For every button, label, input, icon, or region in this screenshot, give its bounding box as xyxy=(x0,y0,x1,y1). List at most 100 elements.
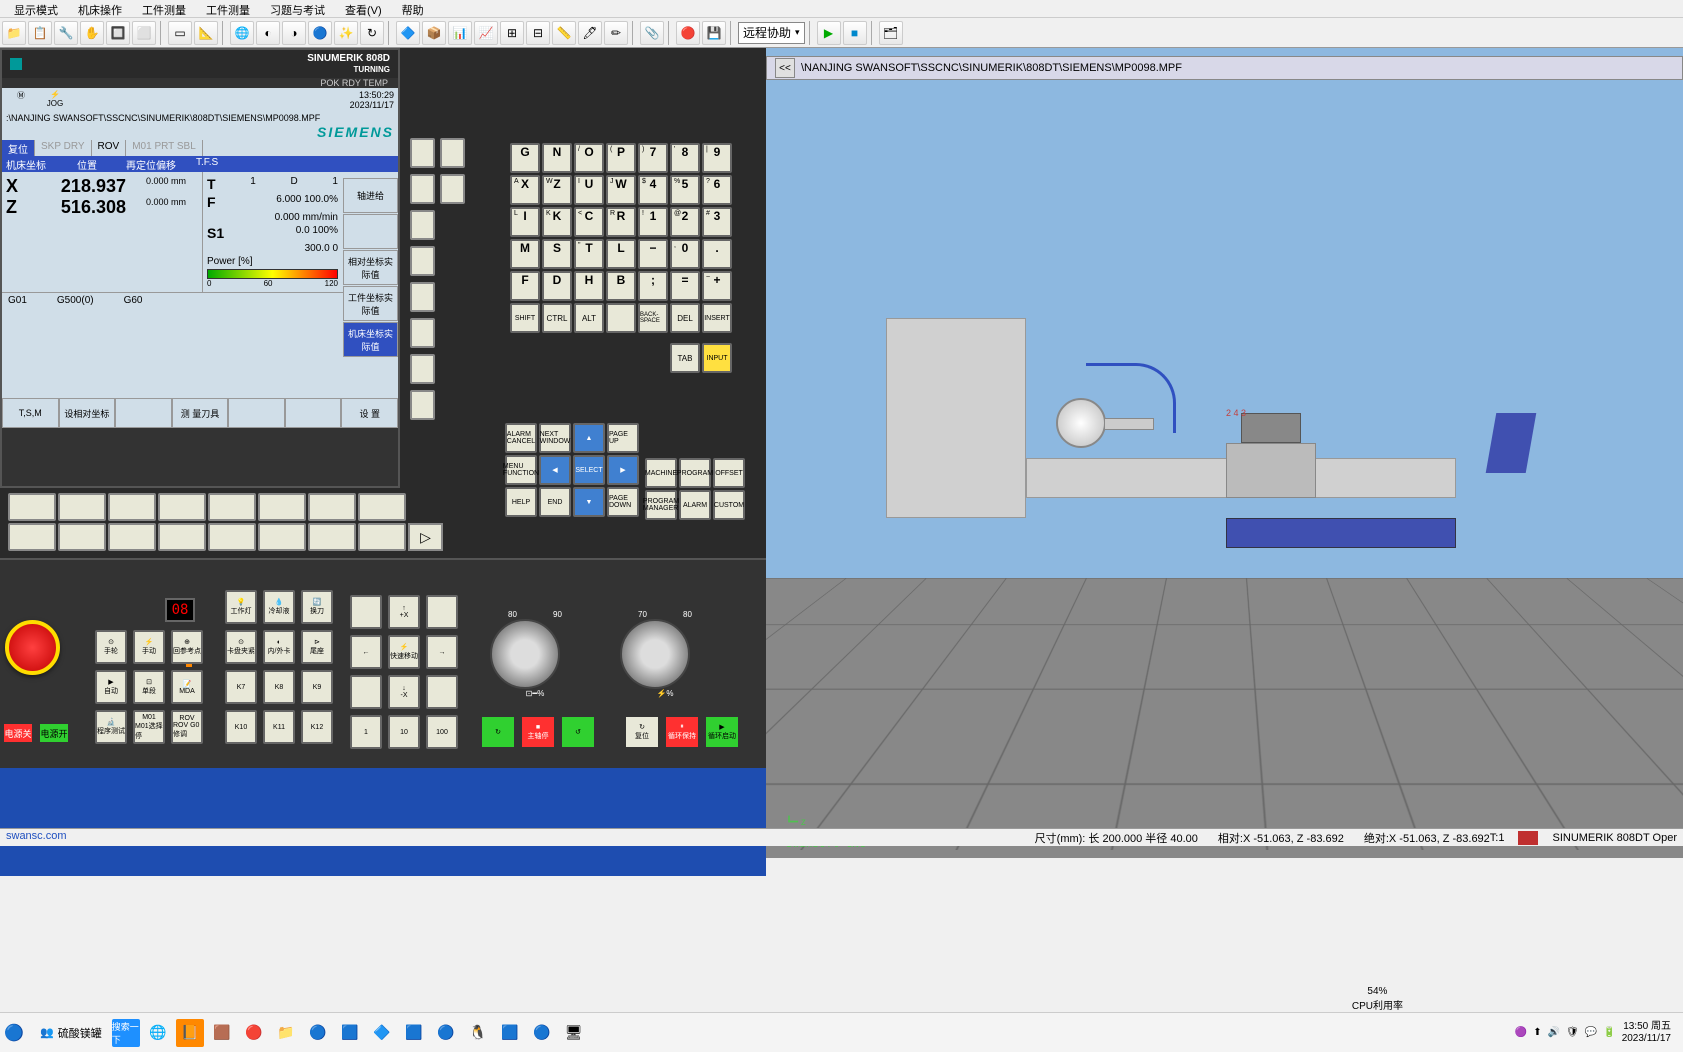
nav-page-down[interactable]: PAGE DOWN xyxy=(607,487,639,517)
key-6[interactable]: ?6 xyxy=(702,175,732,205)
hwsk-5[interactable] xyxy=(208,493,256,521)
mcp-light[interactable]: 💡工作灯 xyxy=(225,590,257,624)
hwsk-b8[interactable] xyxy=(358,523,406,551)
key-dot[interactable]: . xyxy=(702,239,732,269)
key-7[interactable]: )7 xyxy=(638,143,668,173)
remote-assist-combo[interactable]: 远程协助 xyxy=(738,22,805,44)
mcp-auto[interactable]: ▶自动 xyxy=(95,670,127,704)
taskbar-clock[interactable]: 13:50 周五 2023/11/17 xyxy=(1622,1021,1671,1045)
mcp-jog[interactable]: ⚡手动 xyxy=(133,630,165,664)
play-btn[interactable]: ▶ xyxy=(817,21,841,45)
softkey-r-rel[interactable]: 相对坐标实际值 xyxy=(343,250,398,285)
tray-icon-5[interactable]: 💬 xyxy=(1585,1027,1597,1038)
mcp-plus-z[interactable]: → xyxy=(426,635,458,669)
tool-btn-11[interactable]: ◑ xyxy=(282,21,306,45)
key-d[interactable]: D xyxy=(542,271,572,301)
tool-btn-26[interactable]: 💾 xyxy=(702,21,726,45)
softkey-r-mcs[interactable]: 机床坐标实际值 xyxy=(343,322,398,357)
key-space[interactable] xyxy=(606,303,636,333)
side-btn-b2[interactable] xyxy=(440,174,465,204)
tool-btn-13[interactable]: ✨ xyxy=(334,21,358,45)
softkey-setrel[interactable]: 设相对坐标 xyxy=(59,398,116,428)
key-9[interactable]: |9 xyxy=(702,143,732,173)
mcp-single[interactable]: ⊡单段 xyxy=(133,670,165,704)
key-l[interactable]: L xyxy=(606,239,636,269)
tray-icon-6[interactable]: 🔋 xyxy=(1603,1027,1615,1038)
nav-next-window[interactable]: NEXT WINDOW xyxy=(539,423,571,453)
menu-exam[interactable]: 习题与考试 xyxy=(260,0,335,17)
mcp-intext[interactable]: ◐内/外卡 xyxy=(263,630,295,664)
emergency-stop[interactable] xyxy=(5,620,60,675)
mcp-handwheel[interactable]: ⊙手轮 xyxy=(95,630,127,664)
key-1[interactable]: !1 xyxy=(638,207,668,237)
nav-menu[interactable]: MENU FUNCTION xyxy=(505,455,537,485)
tool-btn-25[interactable]: 🔴 xyxy=(676,21,700,45)
taskbar-app4[interactable]: 🟦 xyxy=(336,1019,364,1047)
cycle-start[interactable]: ▶循环启动 xyxy=(704,715,740,749)
nav-offset[interactable]: OFFSET xyxy=(713,458,745,488)
taskbar-app8[interactable]: 🐧 xyxy=(464,1019,492,1047)
tool-btn-5[interactable]: 🔲 xyxy=(106,21,130,45)
key-plus[interactable]: ~+ xyxy=(702,271,732,301)
key-input[interactable]: INPUT xyxy=(702,343,732,373)
key-alt[interactable]: ALT xyxy=(574,303,604,333)
nav-machine[interactable]: MACHINE xyxy=(645,458,677,488)
mcp-rov[interactable]: ROVROV G0修调 xyxy=(171,710,203,744)
mcp-k7[interactable]: K7 xyxy=(225,670,257,704)
side-btn-4[interactable] xyxy=(410,246,435,276)
tool-btn-19[interactable]: ⊞ xyxy=(500,21,524,45)
hwsk-1[interactable] xyxy=(8,493,56,521)
key-z[interactable]: WZ xyxy=(542,175,572,205)
key-minus[interactable]: − xyxy=(638,239,668,269)
tool-btn-23[interactable]: ✏ xyxy=(604,21,628,45)
nav-page-up[interactable]: PAGE UP xyxy=(607,423,639,453)
taskbar-app6[interactable]: 🟦 xyxy=(400,1019,428,1047)
mcp-mda[interactable]: 📝MDA xyxy=(171,670,203,704)
spindle-override-dial[interactable] xyxy=(490,619,560,689)
key-k[interactable]: KK xyxy=(542,207,572,237)
tool-btn-8[interactable]: 📐 xyxy=(194,21,218,45)
3d-viewport[interactable]: << \NANJING SWANSOFT\SSCNC\SINUMERIK\808… xyxy=(766,48,1683,858)
side-btn-3[interactable] xyxy=(410,210,435,240)
hwsk-8[interactable] xyxy=(358,493,406,521)
tool-btn-7[interactable]: ▭ xyxy=(168,21,192,45)
mcp-inc1[interactable]: 1 xyxy=(350,715,382,749)
menu-machine[interactable]: 机床操作 xyxy=(68,0,132,17)
tool-btn-misc[interactable]: 🗂 xyxy=(879,21,903,45)
tray-icon-3[interactable]: 🔊 xyxy=(1548,1027,1560,1038)
taskbar-app2[interactable]: 🟫 xyxy=(208,1019,236,1047)
key-b[interactable]: B xyxy=(606,271,636,301)
tool-btn-15[interactable]: 🔷 xyxy=(396,21,420,45)
softkey-6[interactable] xyxy=(285,398,342,428)
hwsk-b2[interactable] xyxy=(58,523,106,551)
softkey-settings[interactable]: 设 置 xyxy=(341,398,398,428)
side-btn-6[interactable] xyxy=(410,318,435,348)
tool-btn-22[interactable]: 🖊 xyxy=(578,21,602,45)
mcp-k9[interactable]: K9 xyxy=(301,670,333,704)
nav-program[interactable]: PROGRAM xyxy=(679,458,711,488)
mcp-k8[interactable]: K8 xyxy=(263,670,295,704)
softkey-r-feed[interactable]: 轴进给 xyxy=(343,178,398,213)
hwsk-3[interactable] xyxy=(108,493,156,521)
menu-measure[interactable]: 工件测量 xyxy=(196,0,260,17)
softkey-r-wcs[interactable]: 工件坐标实际值 xyxy=(343,286,398,321)
tray-icon-4[interactable]: 🛡 xyxy=(1566,1027,1579,1038)
key-del[interactable]: DEL xyxy=(670,303,700,333)
tool-btn-17[interactable]: 📊 xyxy=(448,21,472,45)
power-off-btn[interactable]: 电源关 xyxy=(2,722,34,744)
mcp-blank1[interactable] xyxy=(350,595,382,629)
mcp-blank4[interactable] xyxy=(426,675,458,709)
key-c[interactable]: <C xyxy=(574,207,604,237)
hwsk-6[interactable] xyxy=(258,493,306,521)
mcp-blank2[interactable] xyxy=(426,595,458,629)
key-o[interactable]: /O xyxy=(574,143,604,173)
key-u[interactable]: IU xyxy=(574,175,604,205)
key-n[interactable]: N xyxy=(542,143,572,173)
taskbar-app9[interactable]: 🟦 xyxy=(496,1019,524,1047)
key-g[interactable]: G xyxy=(510,143,540,173)
mcp-toolchange[interactable]: 🔄换刀 xyxy=(301,590,333,624)
spindle-cw[interactable]: ↻ xyxy=(480,715,516,749)
softkey-next[interactable]: ▷ xyxy=(408,523,443,551)
mcp-k10[interactable]: K10 xyxy=(225,710,257,744)
menu-view[interactable]: 查看(V) xyxy=(335,0,392,17)
